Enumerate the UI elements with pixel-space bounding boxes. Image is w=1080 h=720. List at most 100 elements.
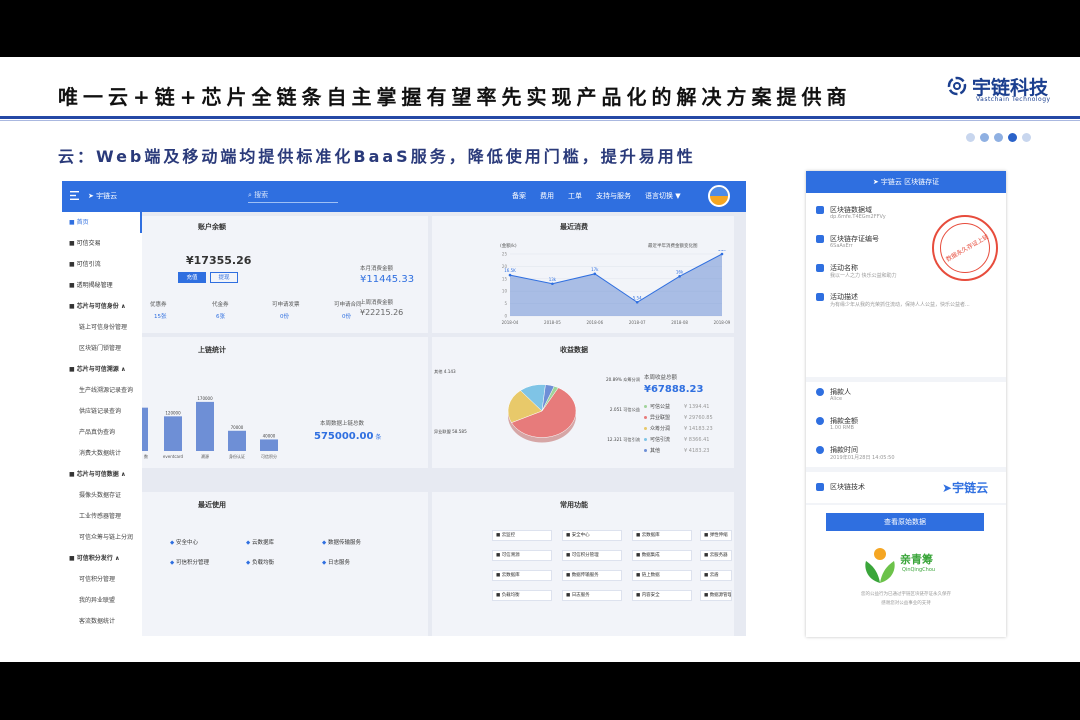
recent-usage-label: 可信积分管理 bbox=[175, 560, 209, 566]
nav-item-tickets[interactable]: 工单 bbox=[568, 191, 582, 201]
sidebar-item[interactable]: ■ 芯片与可信溯源 ∧ bbox=[62, 359, 142, 380]
function-shortcut[interactable]: ■ 云服务器 bbox=[700, 550, 732, 561]
search-input[interactable]: ⌕ 搜索 bbox=[248, 190, 338, 203]
x-tick-label: eventcard bbox=[163, 454, 184, 459]
sidebar-item[interactable]: 客流数据统计 bbox=[62, 611, 142, 632]
sidebar-item[interactable]: 生产线溯源记录查询 bbox=[62, 380, 142, 401]
legend-swatch bbox=[644, 438, 647, 441]
bar[interactable] bbox=[164, 416, 182, 451]
data-point[interactable] bbox=[593, 272, 597, 276]
brand-logo-icon: ➤ bbox=[88, 192, 97, 200]
page-dot[interactable] bbox=[994, 133, 1003, 142]
sidebar: ■ 首页 ■ 可信交易 ■ 可信引流 ■ 透明揭秘管理 ■ 芯片与可信身份 ∧ 链上可信身… bbox=[62, 212, 142, 636]
stat-value[interactable]: 0份 bbox=[280, 312, 289, 320]
function-shortcut[interactable]: ■ 弹性伸缩 bbox=[700, 530, 732, 541]
function-shortcut[interactable]: ■ 内容安全 bbox=[632, 590, 692, 601]
data-label: 25k bbox=[718, 250, 726, 252]
sidebar-item[interactable]: 可信众筹与链上分润 bbox=[62, 527, 142, 548]
title-divider-thin bbox=[0, 120, 1080, 121]
function-shortcut[interactable]: ■ 数据源管理统计 bbox=[700, 590, 732, 601]
sidebar-item[interactable]: 供应链记录查询 bbox=[62, 401, 142, 422]
sidebar-item[interactable]: 链上可信身份管理 bbox=[62, 317, 142, 338]
sidebar-item[interactable]: 工业传感器管理 bbox=[62, 506, 142, 527]
tech-label: 区块链技术 bbox=[830, 483, 865, 491]
avatar[interactable] bbox=[708, 185, 730, 207]
function-shortcut[interactable]: ■ 链上数据 bbox=[632, 570, 692, 581]
page-dot[interactable] bbox=[980, 133, 989, 142]
consumption-area-chart: 051015202516.5K2018-0413k2018-0517k2018-… bbox=[502, 250, 731, 325]
nav-item-language[interactable]: 语言切换 ▼ bbox=[645, 191, 681, 201]
sidebar-item[interactable]: ■ 可信引流 bbox=[62, 254, 142, 275]
nav-item-support[interactable]: 支持与服务 bbox=[596, 191, 631, 201]
nav-item-billing[interactable]: 费用 bbox=[540, 191, 554, 201]
onchain-total-unit: 条 bbox=[375, 434, 382, 441]
recent-usage-item[interactable]: ◆ 云数据库 bbox=[246, 538, 274, 546]
function-shortcut[interactable]: ■ 安全中心 bbox=[562, 530, 622, 541]
brand-logo-icon: ➤ bbox=[942, 481, 953, 495]
sidebar-item[interactable]: 我的异业联盟 bbox=[62, 590, 142, 611]
bar[interactable] bbox=[196, 401, 214, 451]
function-shortcut[interactable]: ■ 云监控 bbox=[492, 530, 552, 541]
recent-usage-panel: 最近使用 ◆ 安全中心 ◆ 云数据库 ◆ 数据传输服务 ◆ 可信积分管理 ◆ 负载均衡 ◆… bbox=[142, 492, 428, 636]
page-dot[interactable] bbox=[966, 133, 975, 142]
last-month-label: 上周消费金额 bbox=[360, 300, 394, 306]
function-shortcut[interactable]: ■ 数据集成 bbox=[632, 550, 692, 561]
recent-usage-item[interactable]: ◆ 可信积分管理 bbox=[170, 558, 209, 566]
function-shortcut[interactable]: ■ 日志服务 bbox=[562, 590, 622, 601]
function-shortcut[interactable]: ■ 数据传输服务 bbox=[562, 570, 622, 581]
stat-value[interactable]: 0份 bbox=[342, 312, 351, 320]
function-shortcut[interactable]: ■ 云数据库 bbox=[632, 530, 692, 541]
sidebar-item[interactable]: ■ 首页 bbox=[62, 212, 142, 233]
sidebar-item[interactable]: ■ 可信交易 bbox=[62, 233, 142, 254]
slide-subtitle: 云：Web端及移动端均提供标准化BaaS服务，降低使用门槛，提升易用性 bbox=[58, 147, 696, 166]
withdraw-button[interactable]: 提现 bbox=[210, 272, 238, 283]
data-point[interactable] bbox=[678, 275, 681, 278]
x-tick-label: 2018-07 bbox=[629, 320, 646, 325]
sidebar-item[interactable]: ■ 可信积分发行 ∧ bbox=[62, 548, 142, 569]
sidebar-item[interactable]: ■ 芯片与可信数据 ∧ bbox=[62, 464, 142, 485]
sidebar-item[interactable]: ■ 芯片与可信身份 ∧ bbox=[62, 296, 142, 317]
sidebar-item[interactable]: 产品真伪查询 bbox=[62, 422, 142, 443]
function-shortcut[interactable]: ■ 云盾 bbox=[700, 570, 732, 581]
stat-value[interactable]: 6张 bbox=[216, 312, 225, 320]
legend-name: 众筹分润 bbox=[650, 426, 671, 432]
function-shortcut[interactable]: ■ 云数据库 bbox=[492, 570, 552, 581]
recharge-button[interactable]: 充值 bbox=[178, 272, 206, 283]
function-shortcut[interactable]: ■ 负载均衡 bbox=[492, 590, 552, 601]
sidebar-item[interactable]: 摄像头数据存证 bbox=[62, 485, 142, 506]
view-raw-data-button[interactable]: 查看原始数据 bbox=[826, 513, 984, 531]
data-point[interactable] bbox=[508, 273, 512, 277]
recent-usage-item[interactable]: ◆ 日志服务 bbox=[322, 558, 350, 566]
web-dashboard: ➤ 宇链云 ⌕ 搜索 备案 费用 工单 支持与服务 语言切换 ▼ ■ 首页 ■ 可… bbox=[62, 181, 746, 636]
sidebar-item[interactable]: 消费大数据统计 bbox=[62, 443, 142, 464]
sidebar-item[interactable]: 区块链门锁管理 bbox=[62, 338, 142, 359]
tech-brand-label: 宇链云 bbox=[952, 481, 989, 495]
bar[interactable] bbox=[142, 407, 148, 451]
data-point[interactable] bbox=[551, 282, 554, 286]
onchain-total-label: 本周数据上链总数 bbox=[320, 421, 365, 427]
data-point[interactable] bbox=[720, 252, 724, 256]
data-point[interactable] bbox=[635, 300, 639, 304]
sidebar-item[interactable]: 可信积分管理 bbox=[62, 569, 142, 590]
function-label: 安全中心 bbox=[571, 533, 590, 538]
recent-usage-item[interactable]: ◆ 安全中心 bbox=[170, 538, 198, 546]
menu-item-icon: ■ bbox=[69, 366, 77, 373]
stat-value[interactable]: 15张 bbox=[154, 312, 167, 320]
recent-usage-item[interactable]: ◆ 负载均衡 bbox=[246, 558, 274, 566]
recent-usage-item[interactable]: ◆ 数据传输服务 bbox=[322, 538, 361, 546]
function-shortcut[interactable]: ■ 可信溯源 bbox=[492, 550, 552, 561]
nav-item-filing[interactable]: 备案 bbox=[512, 191, 526, 201]
function-shortcut[interactable]: ■ 可信积分管理 bbox=[562, 550, 622, 561]
page-dot[interactable] bbox=[1022, 133, 1031, 142]
legend-name: 可信公益 bbox=[650, 404, 671, 410]
bar[interactable] bbox=[228, 430, 246, 451]
menu-icon[interactable] bbox=[70, 191, 79, 200]
this-month-label: 本月消费金额 bbox=[360, 266, 394, 272]
page-indicator[interactable] bbox=[966, 133, 1031, 142]
bar[interactable] bbox=[260, 439, 278, 451]
mobile-header-title: 宇链云 区块链存证 bbox=[880, 178, 940, 186]
account-balance-value: ¥17355.26 bbox=[186, 254, 252, 267]
brand-name[interactable]: ➤ 宇链云 bbox=[88, 191, 117, 201]
page-dot[interactable] bbox=[1008, 133, 1017, 142]
sidebar-item[interactable]: ■ 透明揭秘管理 bbox=[62, 275, 142, 296]
